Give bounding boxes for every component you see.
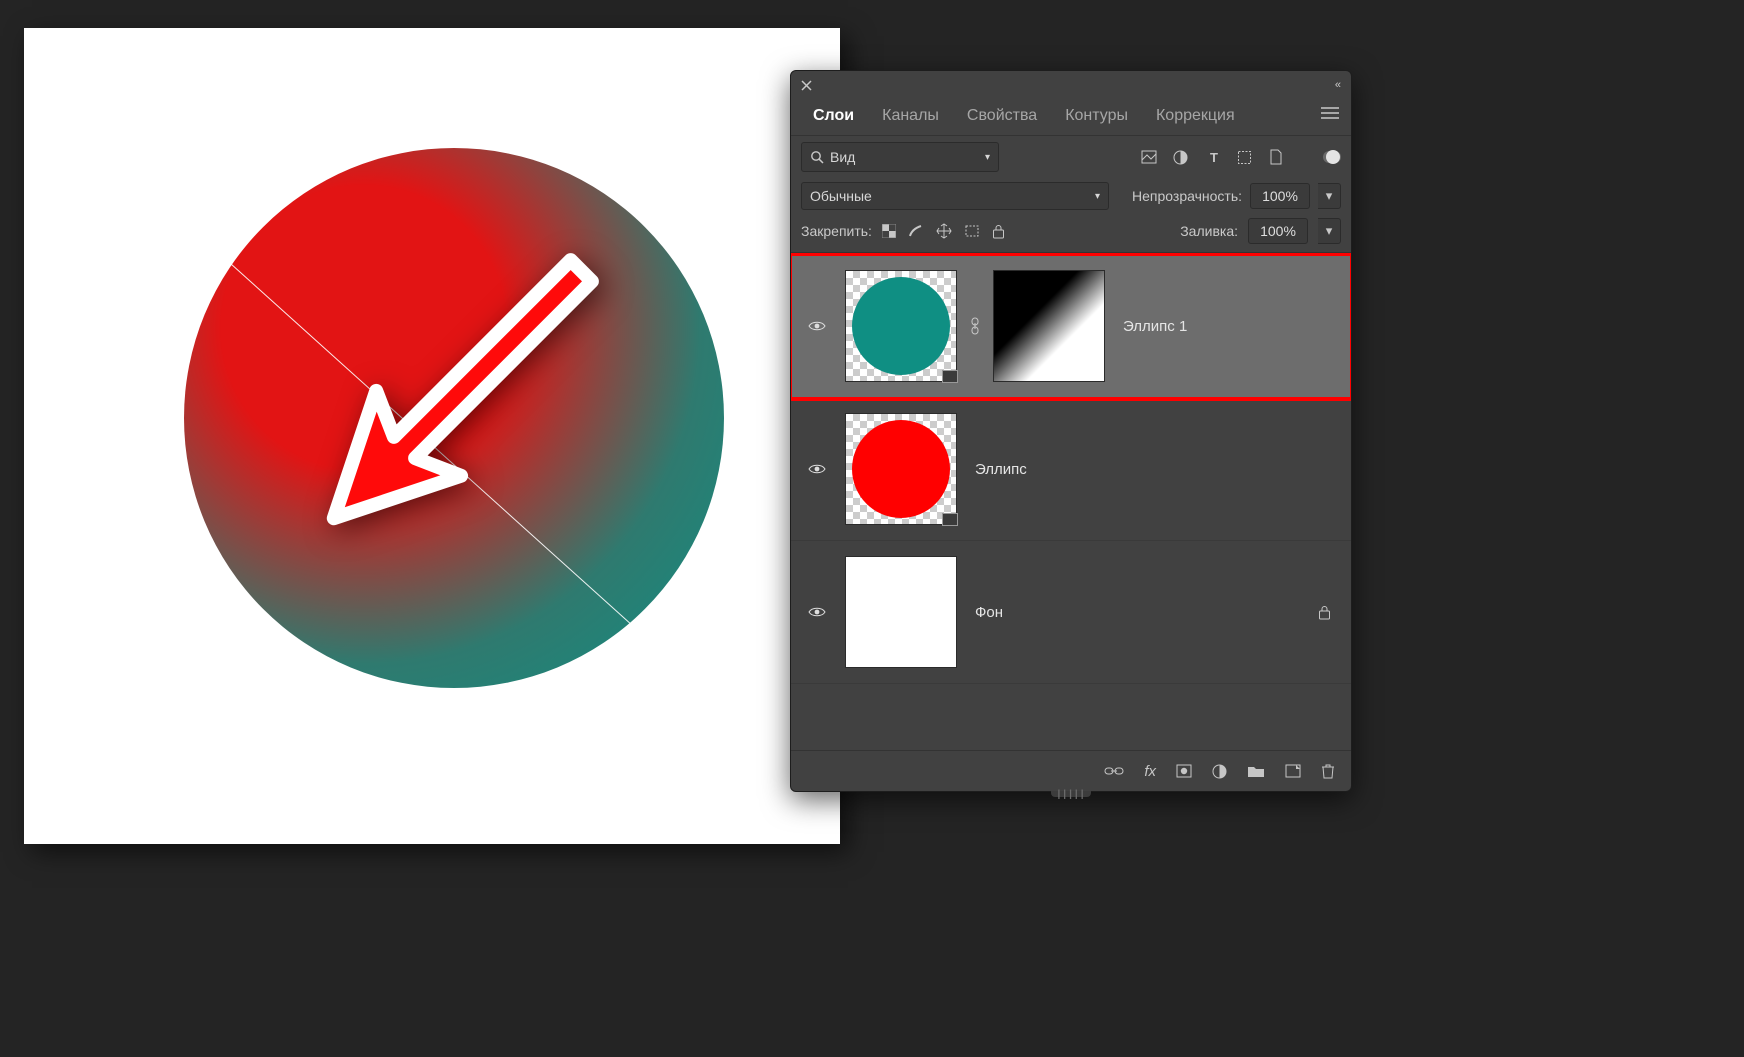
tab-paths[interactable]: Контуры bbox=[1051, 99, 1142, 135]
fill-value[interactable]: 100% bbox=[1248, 218, 1308, 244]
lock-transparency-icon[interactable] bbox=[882, 224, 896, 238]
layer-kind-filter[interactable]: Вид ▾ bbox=[801, 142, 999, 172]
panel-tabs: Слои Каналы Свойства Контуры Коррекция bbox=[791, 99, 1351, 136]
layers-list: Эллипс 1 Эллипс Фон bbox=[791, 253, 1351, 750]
filter-adjustment-icon[interactable] bbox=[1173, 150, 1191, 165]
opacity-value[interactable]: 100% bbox=[1250, 183, 1310, 209]
chevron-down-icon: ▾ bbox=[1095, 191, 1100, 202]
layers-panel-footer: fx bbox=[791, 750, 1351, 791]
document-canvas[interactable] bbox=[24, 28, 840, 844]
close-icon[interactable] bbox=[801, 80, 812, 91]
blend-mode-select[interactable]: Обычные ▾ bbox=[801, 182, 1109, 210]
chevron-down-icon: ▾ bbox=[985, 152, 990, 163]
lock-all-icon[interactable] bbox=[992, 224, 1005, 239]
canvas-ellipse bbox=[184, 148, 724, 688]
layer-thumbnail[interactable] bbox=[845, 556, 957, 668]
search-icon bbox=[810, 150, 824, 164]
new-group-icon[interactable] bbox=[1247, 764, 1265, 778]
adjustment-icon[interactable] bbox=[1212, 764, 1227, 779]
panel-resize-grip[interactable]: ┃┃┃┃┃ bbox=[1051, 791, 1091, 797]
layer-thumbnail[interactable] bbox=[845, 270, 957, 382]
layer-kind-label: Вид bbox=[830, 149, 855, 165]
link-layers-icon[interactable] bbox=[1104, 765, 1124, 777]
blend-mode-value: Обычные bbox=[810, 188, 872, 204]
shape-badge-icon bbox=[942, 370, 958, 383]
mask-link-icon[interactable] bbox=[965, 317, 985, 335]
tab-channels[interactable]: Каналы bbox=[868, 99, 953, 135]
shape-badge-icon bbox=[942, 513, 958, 526]
filter-shape-icon[interactable] bbox=[1237, 150, 1255, 165]
visibility-toggle[interactable] bbox=[797, 606, 837, 618]
trash-icon[interactable] bbox=[1321, 763, 1335, 779]
layer-row[interactable]: Фон bbox=[791, 541, 1351, 684]
opacity-stepper[interactable]: ▾ bbox=[1318, 183, 1341, 209]
tab-layers[interactable]: Слои bbox=[799, 99, 868, 135]
fx-icon[interactable]: fx bbox=[1144, 763, 1156, 780]
panel-menu-icon[interactable] bbox=[1309, 99, 1351, 135]
layer-row[interactable]: Эллипс 1 bbox=[791, 255, 1351, 398]
fill-label: Заливка: bbox=[1180, 223, 1238, 239]
layer-thumbnail[interactable] bbox=[845, 413, 957, 525]
layer-mask-thumbnail[interactable] bbox=[993, 270, 1105, 382]
layer-row[interactable]: Эллипс bbox=[791, 398, 1351, 541]
lock-position-icon[interactable] bbox=[936, 223, 952, 239]
lock-icon[interactable] bbox=[1318, 605, 1331, 620]
fill-stepper[interactable]: ▾ bbox=[1318, 218, 1341, 244]
lock-label: Закрепить: bbox=[801, 223, 872, 239]
layer-name-label[interactable]: Эллипс bbox=[975, 461, 1027, 478]
layers-panel: « Слои Каналы Свойства Контуры Коррекция… bbox=[790, 70, 1352, 792]
filter-smartobject-icon[interactable] bbox=[1269, 149, 1287, 165]
visibility-toggle[interactable] bbox=[797, 320, 837, 332]
layer-name-label[interactable]: Фон bbox=[975, 604, 1003, 621]
tab-adjustments[interactable]: Коррекция bbox=[1142, 99, 1249, 135]
filter-type-icon[interactable]: T bbox=[1205, 150, 1223, 165]
new-layer-icon[interactable] bbox=[1285, 764, 1301, 778]
layer-name-label[interactable]: Эллипс 1 bbox=[1123, 318, 1187, 335]
collapse-panel-icon[interactable]: « bbox=[1335, 79, 1341, 91]
filter-pixel-icon[interactable] bbox=[1141, 150, 1159, 164]
lock-paint-icon[interactable] bbox=[908, 224, 924, 238]
filter-toggle[interactable] bbox=[1323, 151, 1341, 163]
tab-properties[interactable]: Свойства bbox=[953, 99, 1051, 135]
lock-artboard-icon[interactable] bbox=[964, 224, 980, 238]
visibility-toggle[interactable] bbox=[797, 463, 837, 475]
opacity-label: Непрозрачность: bbox=[1132, 188, 1242, 204]
add-mask-icon[interactable] bbox=[1176, 764, 1192, 778]
